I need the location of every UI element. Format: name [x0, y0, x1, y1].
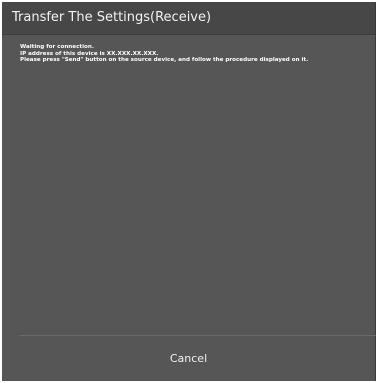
message-line-instructions: Please press "Send" button on the source… — [20, 57, 309, 64]
transfer-settings-dialog: Transfer The Settings(Receive) Waiting f… — [2, 2, 376, 381]
cancel-button[interactable]: Cancel — [2, 336, 375, 381]
message-line-waiting: Waiting for connection. — [20, 44, 94, 50]
dialog-titlebar: Transfer The Settings(Receive) — [2, 2, 375, 35]
dialog-title: Transfer The Settings(Receive) — [12, 10, 212, 25]
status-message: Waiting for connection. IP address of th… — [20, 44, 370, 64]
message-line-ip-address: IP address of this device is XX.XXX.XX.X… — [20, 50, 159, 57]
